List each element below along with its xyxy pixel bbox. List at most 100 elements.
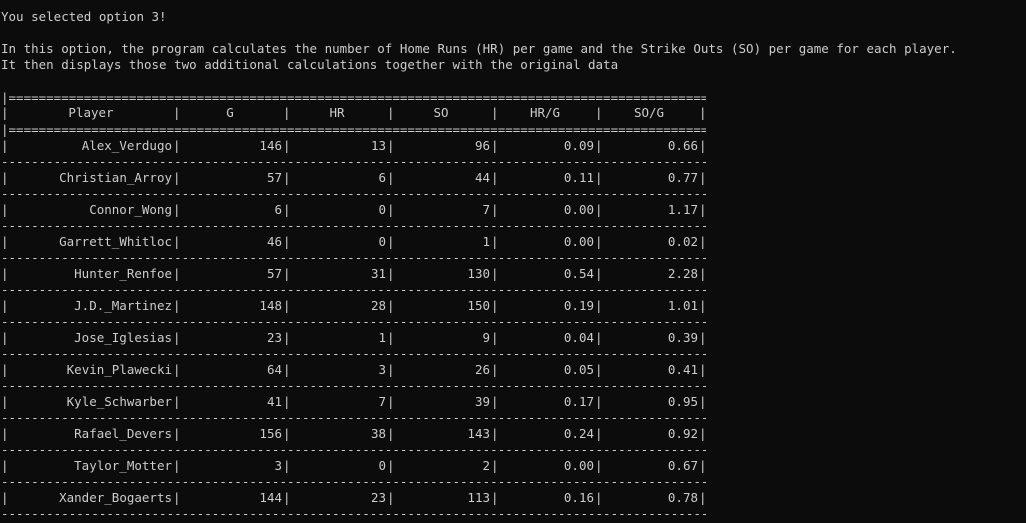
column-separator: | bbox=[173, 170, 181, 185]
cell-hr-per-g: 0.54 bbox=[563, 266, 594, 281]
column-separator: | bbox=[491, 234, 499, 249]
cell-hr: 0 bbox=[378, 202, 386, 217]
column-separator: | bbox=[595, 202, 603, 217]
table-border: | bbox=[1, 266, 9, 281]
header-g: G bbox=[226, 105, 234, 120]
cell-so: 143 bbox=[467, 426, 490, 441]
column-separator: | bbox=[699, 458, 707, 473]
column-separator: | bbox=[173, 362, 181, 377]
table-row-rule: ----------------------------------------… bbox=[1, 346, 706, 361]
column-separator: | bbox=[387, 426, 395, 441]
column-separator: | bbox=[387, 105, 395, 120]
cell-hr-per-g: 0.17 bbox=[563, 394, 594, 409]
table-border: | bbox=[1, 394, 9, 409]
column-separator: | bbox=[491, 394, 499, 409]
cell-g: 64 bbox=[266, 362, 282, 377]
table-row-rule: ----------------------------------------… bbox=[1, 154, 706, 169]
cell-so-per-g: 0.02 bbox=[667, 234, 698, 249]
table-border: | bbox=[1, 490, 9, 505]
column-separator: | bbox=[595, 394, 603, 409]
table-row-rule: ----------------------------------------… bbox=[1, 410, 706, 425]
cell-hr: 13 bbox=[370, 138, 386, 153]
cell-so-per-g: 1.17 bbox=[667, 202, 698, 217]
header-hr: HR bbox=[329, 105, 345, 120]
header-player: Player bbox=[68, 105, 114, 120]
column-separator: | bbox=[387, 458, 395, 473]
cell-so-per-g: 1.01 bbox=[667, 298, 698, 313]
column-separator: | bbox=[387, 298, 395, 313]
column-separator: | bbox=[699, 330, 707, 345]
cell-player: Christian_Arroy bbox=[59, 170, 172, 185]
column-separator: | bbox=[387, 266, 395, 281]
cell-g: 57 bbox=[266, 266, 282, 281]
column-separator: | bbox=[387, 490, 395, 505]
column-separator: | bbox=[173, 266, 181, 281]
column-separator: | bbox=[387, 330, 395, 345]
column-separator: | bbox=[595, 170, 603, 185]
cell-g: 156 bbox=[259, 426, 282, 441]
cell-hr-per-g: 0.00 bbox=[563, 202, 594, 217]
table-row-rule: ----------------------------------------… bbox=[1, 218, 706, 233]
table-border: | bbox=[1, 170, 9, 185]
column-separator: | bbox=[173, 298, 181, 313]
cell-player: Hunter_Renfoe bbox=[74, 266, 172, 281]
column-separator: | bbox=[173, 202, 181, 217]
table-border: | bbox=[1, 330, 9, 345]
cell-player: Garrett_Whitloc bbox=[59, 234, 172, 249]
column-separator: | bbox=[283, 298, 291, 313]
cell-hr: 38 bbox=[370, 426, 386, 441]
cell-g: 6 bbox=[274, 202, 282, 217]
cell-hr: 0 bbox=[378, 458, 386, 473]
column-separator: | bbox=[595, 330, 603, 345]
cell-hr-per-g: 0.00 bbox=[563, 458, 594, 473]
column-separator: | bbox=[699, 298, 707, 313]
column-separator: | bbox=[173, 105, 181, 120]
cell-g: 146 bbox=[259, 138, 282, 153]
cell-so: 130 bbox=[467, 266, 490, 281]
column-separator: | bbox=[491, 138, 499, 153]
cell-so-per-g: 0.67 bbox=[667, 458, 698, 473]
column-separator: | bbox=[699, 266, 707, 281]
cell-so: 7 bbox=[482, 202, 490, 217]
column-separator: | bbox=[283, 105, 291, 120]
cell-player: J.D._Martinez bbox=[74, 298, 172, 313]
column-separator: | bbox=[387, 234, 395, 249]
column-separator: | bbox=[283, 266, 291, 281]
column-separator: | bbox=[387, 170, 395, 185]
table-row-rule: ----------------------------------------… bbox=[1, 186, 706, 201]
table-row-rule: ----------------------------------------… bbox=[1, 250, 706, 265]
table-row-rule: ----------------------------------------… bbox=[1, 506, 706, 521]
table-row-rule: ----------------------------------------… bbox=[1, 474, 706, 489]
table-border: | bbox=[1, 458, 9, 473]
cell-player: Jose_Iglesias bbox=[74, 330, 172, 345]
cell-player: Xander_Bogaerts bbox=[59, 490, 172, 505]
table-row-rule: ----------------------------------------… bbox=[1, 314, 706, 329]
cell-so-per-g: 2.28 bbox=[667, 266, 698, 281]
cell-hr-per-g: 0.00 bbox=[563, 234, 594, 249]
cell-so: 26 bbox=[474, 362, 490, 377]
terminal-window: You selected option 3! In this option, t… bbox=[0, 0, 1026, 523]
cell-hr: 28 bbox=[370, 298, 386, 313]
column-separator: | bbox=[173, 138, 181, 153]
column-separator: | bbox=[699, 426, 707, 441]
cell-player: Connor_Wong bbox=[89, 202, 172, 217]
cell-so-per-g: 0.78 bbox=[667, 490, 698, 505]
column-separator: | bbox=[699, 362, 707, 377]
cell-hr-per-g: 0.09 bbox=[563, 138, 594, 153]
table-border: | bbox=[1, 234, 9, 249]
cell-so: 96 bbox=[474, 138, 490, 153]
cell-hr-per-g: 0.19 bbox=[563, 298, 594, 313]
cell-g: 144 bbox=[259, 490, 282, 505]
column-separator: | bbox=[283, 330, 291, 345]
cell-g: 148 bbox=[259, 298, 282, 313]
column-separator: | bbox=[283, 234, 291, 249]
cell-so: 9 bbox=[482, 330, 490, 345]
cell-player: Kevin_Plawecki bbox=[66, 362, 172, 377]
cell-so: 44 bbox=[474, 170, 490, 185]
cell-g: 41 bbox=[266, 394, 282, 409]
column-separator: | bbox=[173, 394, 181, 409]
column-separator: | bbox=[283, 202, 291, 217]
column-separator: | bbox=[491, 266, 499, 281]
column-separator: | bbox=[595, 105, 603, 120]
column-separator: | bbox=[173, 426, 181, 441]
